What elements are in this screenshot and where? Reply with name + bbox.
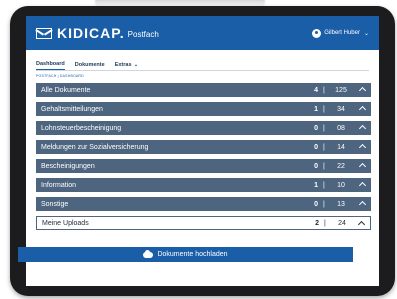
breadcrumb[interactable]: POSTFACH | DASHBOARD (26, 74, 379, 78)
tab-dashboard[interactable]: Dashboard (36, 61, 65, 70)
category-label: Meine Uploads (42, 219, 89, 227)
count-separator: | (323, 181, 325, 189)
tab-extras[interactable]: Extras ⌄ (115, 62, 138, 70)
brand-subtitle: Postfach (127, 30, 159, 39)
category-label: Bescheinigungen (41, 162, 95, 170)
unread-count: 0 (314, 162, 318, 170)
category-label: Gehaltsmitteilungen (41, 105, 103, 113)
count-separator: | (324, 219, 326, 227)
count-separator: | (323, 162, 325, 170)
total-count: 24 (338, 219, 346, 227)
total-count: 08 (337, 124, 345, 132)
envelope-logo-icon (36, 27, 52, 39)
chevron-down-icon: ⌄ (132, 62, 139, 68)
user-menu[interactable]: Gilbert Huber ⌄ (312, 28, 369, 38)
category-label: Alle Dokumente (41, 86, 91, 94)
count-separator: | (323, 143, 325, 151)
app-header: KIDICAP. Postfach Gilbert Huber ⌄ (26, 16, 379, 50)
upload-button-label: Dokumente hochladen (157, 251, 228, 258)
unread-count: 1 (314, 181, 318, 189)
category-row-information[interactable]: Information 1 | 10 (36, 178, 371, 192)
category-row-alle-dokumente[interactable]: Alle Dokumente 4 | 125 (36, 83, 371, 97)
category-list: Alle Dokumente 4 | 125 Gehaltsmitteilung… (36, 83, 371, 235)
nav-divider (36, 70, 369, 71)
main-nav: Dashboard Dokumente Extras ⌄ (26, 56, 379, 70)
total-count: 10 (337, 181, 345, 189)
unread-count: 0 (314, 124, 318, 132)
category-row-gehaltsmitteilungen[interactable]: Gehaltsmitteilungen 1 | 34 (36, 102, 371, 116)
total-count: 125 (335, 86, 347, 94)
unread-count: 1 (314, 105, 318, 113)
tab-dokumente[interactable]: Dokumente (75, 62, 105, 70)
user-avatar-icon (312, 28, 322, 38)
user-name: Gilbert Huber (324, 30, 360, 36)
app-screen: KIDICAP. Postfach Gilbert Huber ⌄ Dashbo… (26, 16, 379, 286)
upload-documents-button[interactable]: Dokumente hochladen (18, 247, 353, 262)
total-count: 34 (337, 105, 345, 113)
category-row-bescheinigungen[interactable]: Bescheinigungen 0 | 22 (36, 159, 371, 173)
category-label: Sonstige (41, 200, 69, 208)
tab-extras-label: Extras (114, 62, 132, 68)
chevron-down-icon: ⌄ (363, 30, 369, 37)
cloud-upload-icon (143, 249, 154, 258)
unread-count: 0 (314, 200, 318, 208)
total-count: 13 (337, 200, 345, 208)
category-row-meldungen-sozialversicherung[interactable]: Meldungen zur Sozialversicherung 0 | 14 (36, 140, 371, 154)
count-separator: | (323, 86, 325, 94)
unread-count: 2 (315, 219, 319, 227)
category-label: Information (41, 181, 77, 189)
category-label: Meldungen zur Sozialversicherung (41, 143, 149, 151)
unread-count: 0 (314, 143, 318, 151)
unread-count: 4 (314, 86, 318, 94)
count-separator: | (323, 105, 325, 113)
total-count: 14 (337, 143, 345, 151)
count-separator: | (323, 124, 325, 132)
brand-name: KIDICAP. (57, 25, 125, 41)
total-count: 22 (337, 162, 345, 170)
count-separator: | (323, 200, 325, 208)
category-label: Lohnsteuerbescheinigung (41, 124, 122, 132)
category-row-meine-uploads[interactable]: Meine Uploads 2 | 24 (36, 216, 371, 230)
category-row-lohnsteuerbescheinigung[interactable]: Lohnsteuerbescheinigung 0 | 08 (36, 121, 371, 135)
category-row-sonstige[interactable]: Sonstige 0 | 13 (36, 197, 371, 211)
